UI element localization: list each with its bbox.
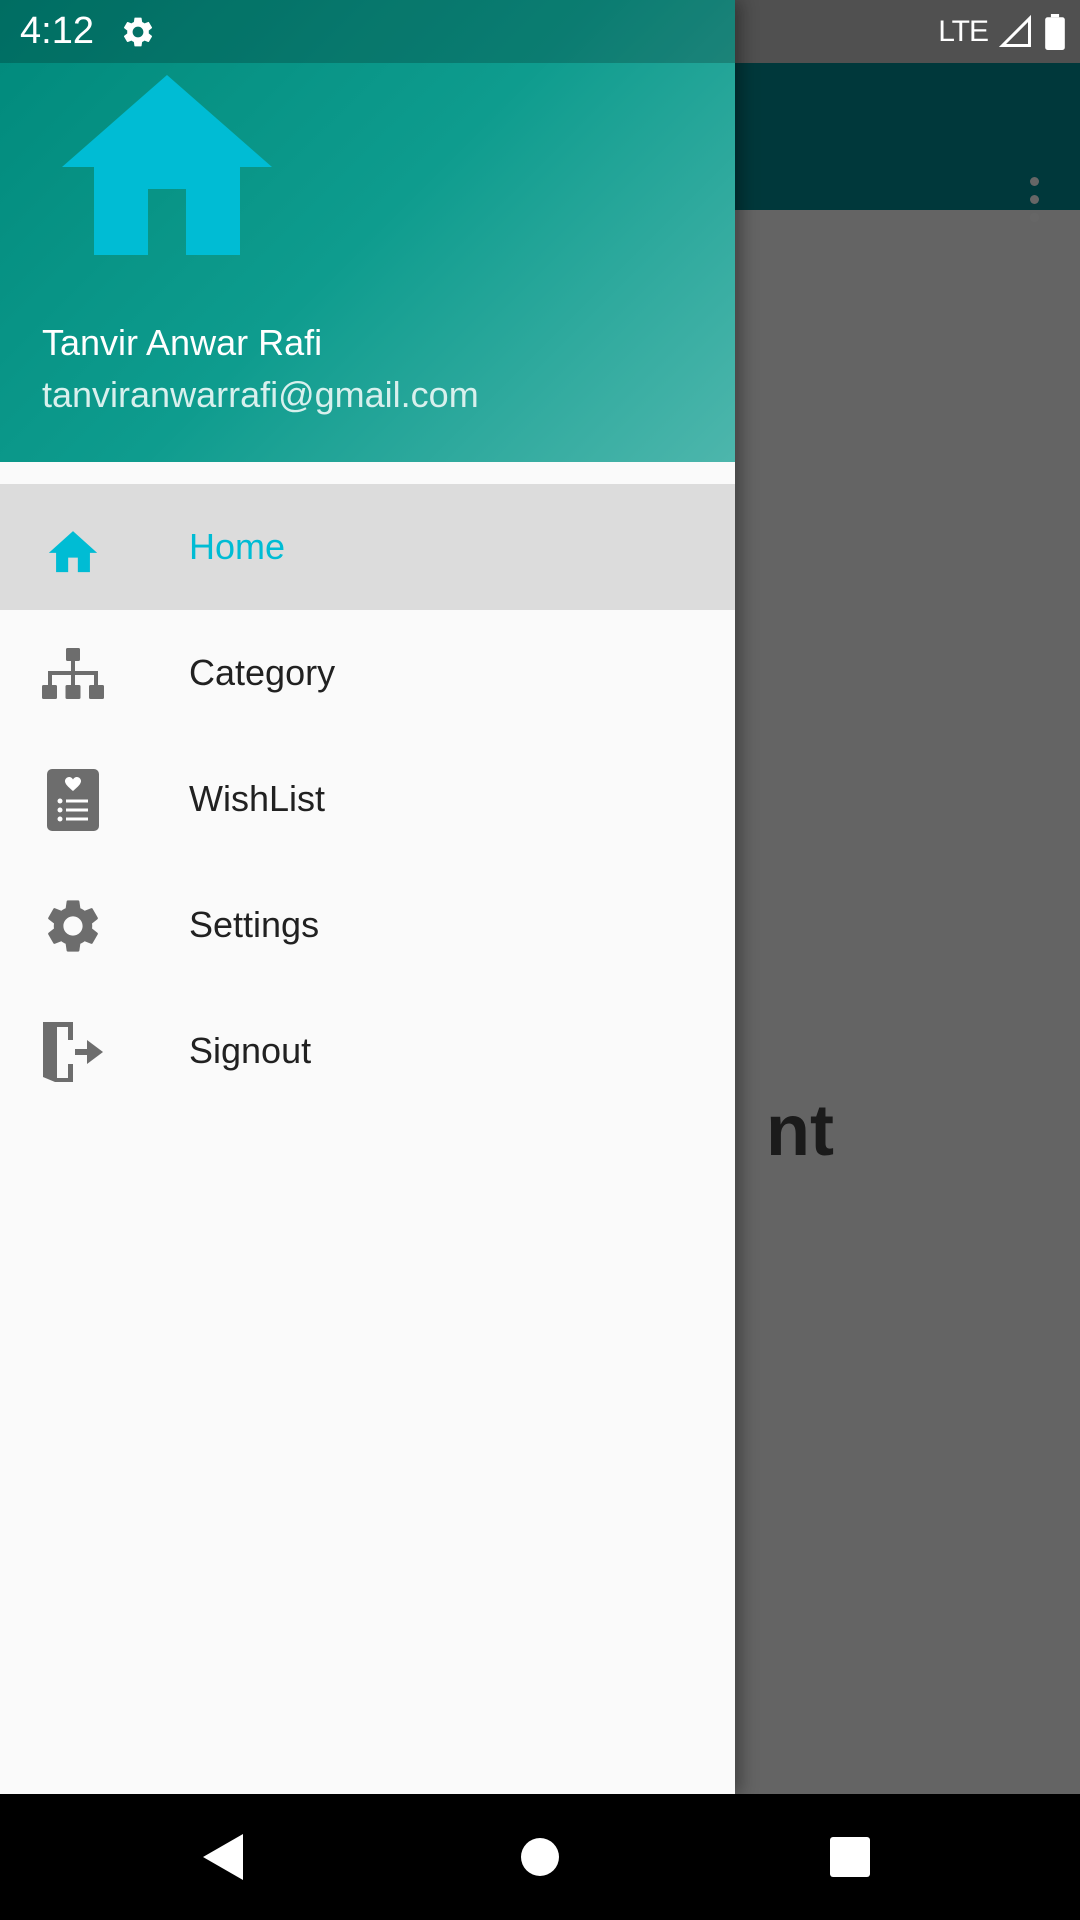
status-time: 4:12: [20, 10, 94, 52]
wishlist-icon: [40, 767, 106, 833]
menu-item-wishlist[interactable]: WishList: [0, 736, 735, 862]
menu-item-settings[interactable]: Settings: [0, 862, 735, 988]
drawer-menu: Home Category WishList Settings Signout: [0, 484, 735, 1114]
menu-item-label: Signout: [189, 1030, 312, 1071]
navigation-drawer: Tanvir Anwar Rafi tanviranwarrafi@gmail.…: [0, 0, 735, 1794]
battery-icon: [1045, 14, 1065, 50]
signout-icon: [40, 1019, 106, 1085]
gear-icon: [40, 893, 106, 959]
system-nav-bar: [0, 1794, 1080, 1920]
settings-gear-icon: [123, 17, 153, 47]
home-icon: [40, 515, 106, 581]
network-type-label: LTE: [938, 15, 989, 48]
recents-icon[interactable]: [760, 1794, 940, 1920]
home-circle-icon[interactable]: [450, 1794, 630, 1920]
home-icon: [62, 75, 272, 255]
user-email: tanviranwarrafi@gmail.com: [42, 374, 479, 415]
menu-item-signout[interactable]: Signout: [0, 988, 735, 1114]
menu-item-label: Category: [189, 652, 336, 693]
signal-icon: [998, 14, 1031, 47]
back-icon[interactable]: [135, 1794, 315, 1920]
sitemap-icon: [40, 641, 106, 707]
user-name: Tanvir Anwar Rafi: [42, 322, 323, 363]
status-bar: 4:12 LTE: [0, 0, 1080, 63]
menu-item-label: Settings: [189, 904, 320, 945]
menu-item-label: Home: [189, 526, 286, 567]
menu-item-label: WishList: [189, 778, 326, 819]
menu-item-category[interactable]: Category: [0, 610, 735, 736]
drawer-header: Tanvir Anwar Rafi tanviranwarrafi@gmail.…: [0, 0, 735, 462]
menu-item-home[interactable]: Home: [0, 484, 735, 610]
